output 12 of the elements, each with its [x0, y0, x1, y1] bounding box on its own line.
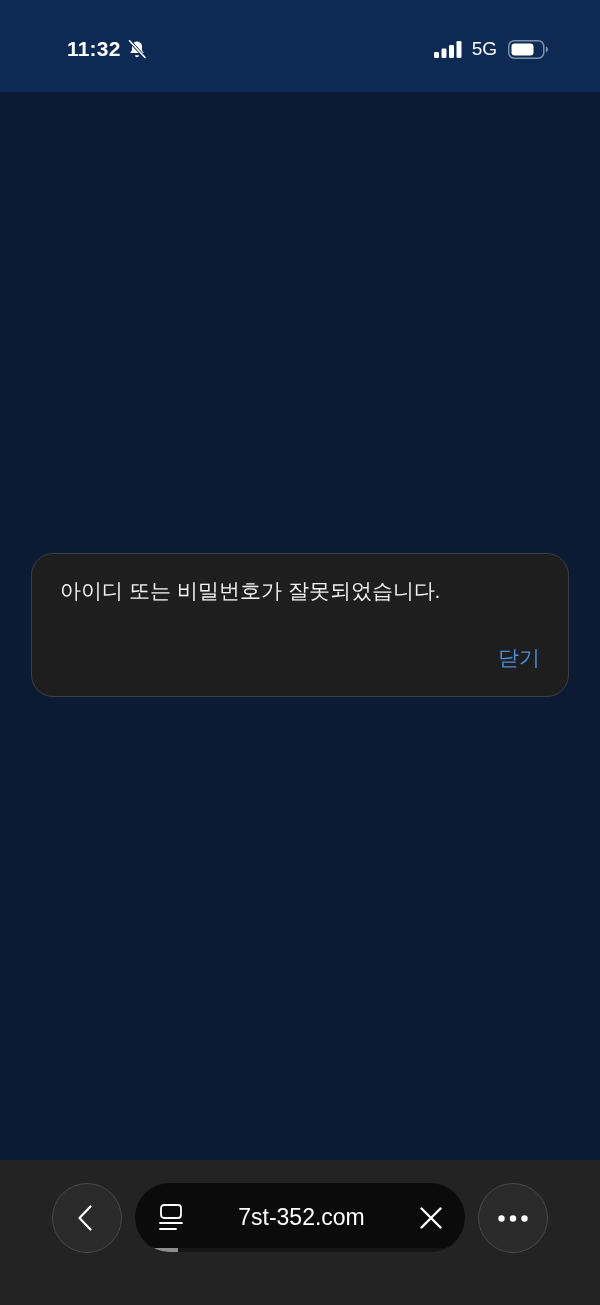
address-bar[interactable]: 7st-352.com	[135, 1183, 465, 1252]
chevron-left-icon	[78, 1205, 92, 1231]
alert-message: 아이디 또는 비밀번호가 잘못되었습니다.	[60, 578, 442, 604]
network-label: 5G	[471, 38, 497, 60]
close-button[interactable]: 닫기	[498, 644, 540, 671]
url-text: 7st-352.com	[237, 1204, 366, 1231]
page-icon	[159, 1204, 183, 1231]
ellipsis-icon	[498, 1214, 528, 1222]
battery-icon	[508, 39, 548, 59]
close-icon[interactable]	[420, 1206, 442, 1229]
status-time: 11:32	[67, 37, 121, 61]
signal-icon	[433, 40, 462, 58]
